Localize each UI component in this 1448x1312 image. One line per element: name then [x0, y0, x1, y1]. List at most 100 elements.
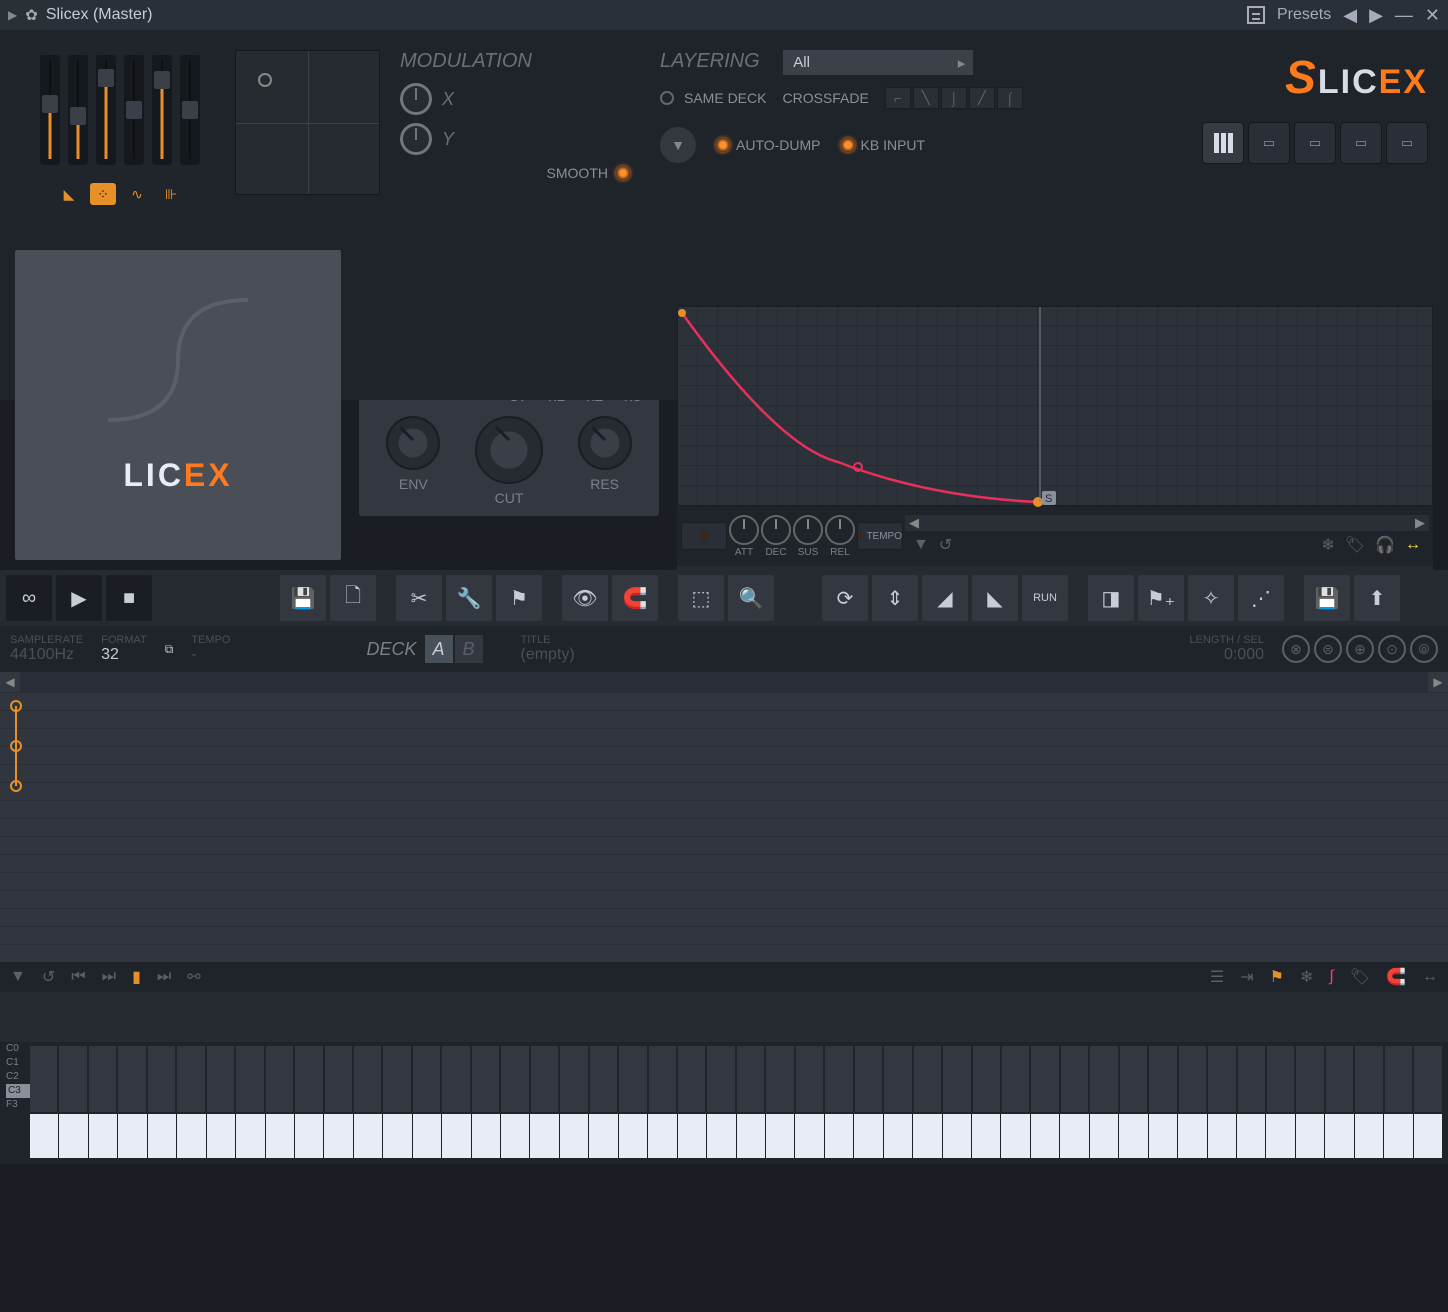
btm-snow-icon[interactable]: ❄ [1300, 967, 1313, 987]
piano-key[interactable] [589, 1114, 617, 1158]
piano-key[interactable] [442, 1114, 470, 1158]
btm-undo-icon[interactable]: ↺ [42, 967, 55, 987]
format-value[interactable]: 32 [101, 646, 147, 664]
tool-circle-3[interactable]: ⊕ [1346, 635, 1374, 663]
tempo-btn[interactable]: TEMPO [857, 522, 903, 550]
title-value[interactable]: (empty) [521, 646, 575, 664]
deck-a-button[interactable]: A [425, 635, 453, 663]
piano-key[interactable] [766, 1114, 794, 1158]
slice-key[interactable] [1296, 1046, 1323, 1112]
piano-key[interactable] [1149, 1114, 1177, 1158]
options-dropdown-icon[interactable]: ▼ [660, 127, 696, 163]
smooth-led[interactable] [616, 166, 630, 180]
tool-circle-1[interactable]: ⊗ [1282, 635, 1310, 663]
piano-key[interactable] [1355, 1114, 1383, 1158]
piano-key[interactable] [619, 1114, 647, 1158]
presets-label[interactable]: Presets [1277, 6, 1331, 24]
piano-key[interactable] [354, 1114, 382, 1158]
slice-key[interactable] [1179, 1046, 1206, 1112]
slice-key[interactable] [1120, 1046, 1147, 1112]
slice-key[interactable] [884, 1046, 911, 1112]
slice-key[interactable] [148, 1046, 175, 1112]
piano-key[interactable] [1178, 1114, 1206, 1158]
piano-key[interactable] [913, 1114, 941, 1158]
env-stretch-icon[interactable]: ↔ [1405, 536, 1421, 554]
piano-key[interactable] [383, 1114, 411, 1158]
slice-key[interactable] [796, 1046, 823, 1112]
piano-key[interactable] [118, 1114, 146, 1158]
slice-keys[interactable] [30, 1042, 1442, 1112]
btm-curve-icon[interactable]: ∫ [1329, 968, 1333, 986]
slice-key[interactable] [1414, 1046, 1441, 1112]
normalize-icon[interactable]: ⇕ [872, 575, 918, 621]
format-icon[interactable]: ⧉ [165, 642, 174, 657]
play-button[interactable]: ▶ [56, 575, 102, 621]
slice-key[interactable] [943, 1046, 970, 1112]
slice-key[interactable] [325, 1046, 352, 1112]
xy-pad[interactable] [235, 50, 380, 195]
piano-key[interactable] [972, 1114, 1000, 1158]
slice-key[interactable] [707, 1046, 734, 1112]
env-scroll[interactable]: ◀▶ [905, 515, 1429, 531]
slider-3[interactable] [96, 55, 116, 165]
piano-key[interactable] [707, 1114, 735, 1158]
slice-key[interactable] [678, 1046, 705, 1112]
piano-key[interactable] [324, 1114, 352, 1158]
btm-marker-icon[interactable]: ⚑ [1270, 967, 1284, 987]
slice-key[interactable] [266, 1046, 293, 1112]
scroll-left-icon[interactable]: ◀ [0, 672, 20, 692]
piano-key[interactable] [236, 1114, 264, 1158]
slice-key[interactable] [973, 1046, 1000, 1112]
crossfade-shape-5[interactable]: ⌠ [997, 87, 1023, 109]
view-mode-3[interactable]: ▭ [1294, 122, 1336, 164]
marker-1[interactable] [10, 700, 22, 712]
slice-key[interactable] [737, 1046, 764, 1112]
sample-display[interactable]: LICEX [15, 250, 341, 560]
env-tag-icon[interactable]: 🏷 [1345, 535, 1365, 555]
new-icon[interactable]: 🗋 [330, 575, 376, 621]
piano-key[interactable] [1266, 1114, 1294, 1158]
wrench-icon[interactable]: 🔧 [446, 575, 492, 621]
slice-key[interactable] [177, 1046, 204, 1112]
slice-key[interactable] [560, 1046, 587, 1112]
btm-stretch-icon[interactable]: ↔ [1422, 968, 1438, 986]
reload-icon[interactable]: ⟳ [822, 575, 868, 621]
piano-key[interactable] [1090, 1114, 1118, 1158]
slice-key[interactable] [1267, 1046, 1294, 1112]
piano-key[interactable] [943, 1114, 971, 1158]
slice-key[interactable] [354, 1046, 381, 1112]
slider-5[interactable] [152, 55, 172, 165]
scroll-right-icon[interactable]: ▶ [1428, 672, 1448, 692]
preset-next-icon[interactable]: ▶ [1369, 5, 1383, 26]
slice-icon[interactable]: ✧ [1188, 575, 1234, 621]
zoom-icon[interactable]: 🔍 [728, 575, 774, 621]
preset-prev-icon[interactable]: ◀ [1343, 5, 1357, 26]
key-label-c0[interactable]: C0 [6, 1042, 30, 1056]
fadein-icon[interactable]: ◢ [922, 575, 968, 621]
tool-circle-5[interactable]: ⦾ [1410, 635, 1438, 663]
piano-key[interactable] [30, 1114, 58, 1158]
piano-key[interactable] [1325, 1114, 1353, 1158]
marker-2[interactable] [10, 740, 22, 752]
tool-circle-2[interactable]: ⊜ [1314, 635, 1342, 663]
piano-key[interactable] [884, 1114, 912, 1158]
piano-key[interactable] [825, 1114, 853, 1158]
piano-key[interactable] [207, 1114, 235, 1158]
slice-key[interactable] [1149, 1046, 1176, 1112]
layering-dropdown[interactable]: All [783, 50, 973, 75]
slice-key[interactable] [1031, 1046, 1058, 1112]
view-mode-2[interactable]: ▭ [1248, 122, 1290, 164]
run-icon[interactable]: RUN [1022, 575, 1068, 621]
piano-key[interactable] [1208, 1114, 1236, 1158]
tool-circle-4[interactable]: ⊙ [1378, 635, 1406, 663]
piano-key[interactable] [1060, 1114, 1088, 1158]
piano-key[interactable] [1296, 1114, 1324, 1158]
fadeout-icon[interactable]: ◣ [972, 575, 1018, 621]
region-icon[interactable]: ◨ [1088, 575, 1134, 621]
piano-key[interactable] [1031, 1114, 1059, 1158]
slice-key[interactable] [118, 1046, 145, 1112]
filter-cut-knob[interactable] [475, 416, 543, 484]
view-mode-4[interactable]: ▭ [1340, 122, 1382, 164]
btm-flag-icon[interactable]: ▮ [132, 967, 141, 987]
slice-key[interactable] [825, 1046, 852, 1112]
